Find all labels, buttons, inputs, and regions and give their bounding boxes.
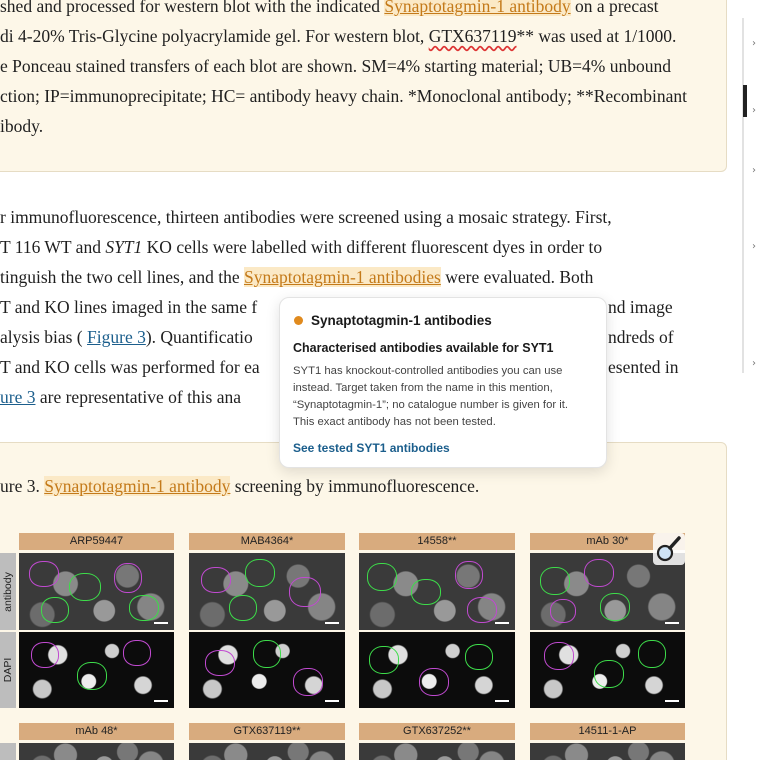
antibody-link[interactable]: Synaptotagmin-1 antibody (384, 0, 571, 16)
chevron-right-icon[interactable]: › (752, 241, 756, 252)
column-header: MAB4364* (189, 533, 345, 550)
micrograph-dapi (530, 632, 685, 708)
paragraph-line-6-end: esented in (608, 357, 679, 377)
column-header: GTX637252** (359, 723, 515, 740)
paragraph-text: T 116 WT and (0, 237, 106, 257)
legend-line-2: di 4-20% Tris-Glycine polyacrylamide gel… (0, 26, 676, 47)
micrograph-dapi (359, 632, 515, 708)
micrograph-antibody (19, 553, 174, 630)
micrograph-antibody (530, 743, 685, 760)
paragraph-line-7: ure 3 are representative of this ana (0, 387, 241, 408)
micrograph-antibody (189, 743, 345, 760)
legend-text: on a precast (570, 0, 659, 16)
paragraph-line-5-end: ndreds of (608, 327, 674, 347)
micrograph-antibody (359, 553, 515, 630)
legend-text: shed and processed for western blot with… (0, 0, 385, 16)
caption-antibody-link[interactable]: Synaptotagmin-1 antibody (44, 476, 231, 496)
chevron-right-icon[interactable]: › (752, 165, 756, 176)
legend-text: di 4-20% Tris-Glycine polyacrylamide gel… (0, 26, 429, 46)
column-header: mAb 48* (19, 723, 174, 740)
paragraph-text: ). Quantificatio (145, 327, 253, 347)
chevron-right-icon[interactable]: › (752, 38, 756, 49)
micrograph-antibody (359, 743, 515, 760)
catalogue-code: GTX637119 (428, 26, 517, 46)
chevron-right-icon[interactable]: › (752, 358, 756, 369)
legend-line-4: ction; IP=immunoprecipitate; HC= antibod… (0, 86, 688, 106)
popover-subtitle: Characterised antibodies available for S… (293, 341, 554, 355)
row-label-antibody (0, 743, 16, 760)
paragraph-line-4-end: nd image (608, 297, 673, 317)
scrollbar-thumb[interactable] (743, 85, 747, 117)
popover-body-line: This exact antibody has not been tested. (293, 416, 496, 428)
popover-body-line: SYT1 has knockout-controlled antibodies … (293, 365, 563, 377)
row-label-antibody: antibody (0, 553, 16, 630)
paragraph-line-4: T and KO lines imaged in the same f (0, 297, 258, 317)
figure-image[interactable]: ARP59447 MAB4364* 14558** mAb 30* antibo… (0, 533, 690, 760)
row-label-dapi: DAPI (0, 632, 16, 708)
column-header: ARP59447 (19, 533, 174, 550)
micrograph-dapi (189, 632, 345, 708)
figure-3-link[interactable]: Figure 3 (87, 327, 146, 347)
paragraph-line-1: r immunofluorescence, thirteen antibodie… (0, 207, 612, 227)
popover-body: SYT1 has knockout-controlled antibodies … (293, 363, 598, 431)
micrograph-antibody (19, 743, 174, 760)
gene-name: SYT1 (105, 237, 143, 257)
caption-text: ure 3. (0, 476, 45, 496)
magnifier-icon (656, 536, 681, 562)
status-dot-icon (294, 316, 303, 325)
legend-line-1: shed and processed for western blot with… (0, 0, 659, 17)
paragraph-line-3: tinguish the two cell lines, and the Syn… (0, 267, 593, 288)
popover-title: Synaptotagmin-1 antibodies (311, 313, 492, 328)
paragraph-text: are representative of this ana (35, 387, 242, 407)
figure-3-link[interactable]: ure 3 (0, 387, 35, 407)
paragraph-text: tinguish the two cell lines, and the (0, 267, 244, 287)
column-header: 14558** (359, 533, 515, 550)
legend-text: ** was used at 1/1000. (516, 26, 677, 46)
scrollbar-track[interactable] (742, 18, 744, 373)
antibody-info-popover: Synaptotagmin-1 antibodies Characterised… (279, 297, 607, 468)
antibodies-mention-link[interactable]: Synaptotagmin-1 antibodies (243, 267, 441, 287)
popover-body-line: “Synaptotagmin-1”; no catalogue number i… (293, 399, 569, 411)
paragraph-text: alysis bias ( (0, 327, 88, 347)
paragraph-text: were evaluated. Both (440, 267, 594, 287)
paragraph-line-5: alysis bias ( Figure 3). Quantificatio (0, 327, 253, 348)
column-header: 14511-1-AP (530, 723, 685, 740)
paragraph-line-2: T 116 WT and SYT1 KO cells were labelled… (0, 237, 602, 258)
legend-line-5: ibody. (0, 116, 44, 136)
micrograph-antibody (189, 553, 345, 630)
legend-line-3: e Ponceau stained transfers of each blot… (0, 56, 671, 76)
caption-text: screening by immunofluorescence. (230, 476, 480, 496)
popover-body-line: instead. Target taken from the name in t… (293, 382, 553, 394)
chevron-right-icon[interactable]: › (752, 105, 756, 116)
see-tested-antibodies-link[interactable]: See tested SYT1 antibodies (293, 441, 450, 455)
paragraph-line-6: T and KO cells was performed for ea (0, 357, 260, 377)
figure-caption: ure 3. Synaptotagmin-1 antibody screenin… (0, 476, 479, 497)
column-header: GTX637119** (189, 723, 345, 740)
zoom-figure-button[interactable] (653, 533, 685, 565)
paragraph-text: KO cells were labelled with different fl… (142, 237, 603, 257)
micrograph-dapi (19, 632, 174, 708)
